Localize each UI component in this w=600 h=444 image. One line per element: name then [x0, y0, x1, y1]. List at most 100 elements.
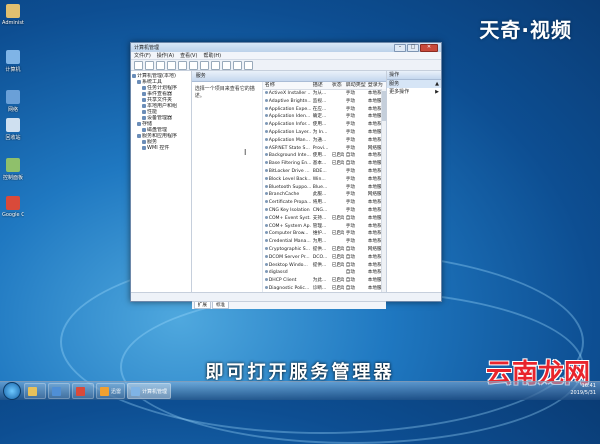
table-row[interactable]: DCOM Server Pr... DCO... 已启动 自动 本地系统: [263, 254, 386, 262]
column-status[interactable]: 状态: [330, 82, 344, 89]
service-name: Credential Mana...: [263, 238, 311, 246]
export-list-icon[interactable]: [189, 60, 198, 70]
table-row[interactable]: Application Man... 为通... 手动 本地系统: [263, 137, 386, 145]
table-row[interactable]: Base Filtering En... 基本... 已启动 自动 本地服务: [263, 160, 386, 168]
table-row[interactable]: Block Level Back... Win... 手动 本地系统: [263, 176, 386, 184]
table-row[interactable]: BranchCache 此服... 手动 网络服务: [263, 191, 386, 199]
taskbar-item[interactable]: [72, 383, 94, 399]
taskbar-item[interactable]: [48, 383, 70, 399]
taskbar-item[interactable]: 计算机管理: [127, 383, 172, 399]
tree-node-icon: [142, 146, 146, 150]
taskbar-item[interactable]: [24, 383, 46, 399]
tree-node-icon: [142, 140, 146, 144]
menu-file[interactable]: 文件(F): [134, 52, 151, 59]
pause-service-icon[interactable]: [233, 60, 242, 70]
table-row[interactable]: ActiveX Installer ... 为从... 手动 本地系统: [263, 90, 386, 98]
service-name: Cryptographic S...: [263, 246, 311, 254]
services-scrollbar[interactable]: [381, 89, 387, 301]
desktop-icon[interactable]: 回收站: [2, 118, 24, 141]
service-description-cell: 此服...: [312, 192, 327, 198]
service-description-cell: Win...: [312, 176, 326, 182]
table-row[interactable]: COM+ System Ap... 管理... 手动 本地系统: [263, 223, 386, 231]
table-row[interactable]: COM+ Event Syst... 支持... 已启动 自动 本地服务: [263, 215, 386, 223]
table-row[interactable]: diglassd 自动 本地系统: [263, 269, 386, 277]
table-row[interactable]: ASP.NET State S... Provi... 手动 网络服务: [263, 145, 386, 153]
tree-item[interactable]: WMI 控件: [132, 145, 190, 151]
help-icon[interactable]: [200, 60, 209, 70]
table-row[interactable]: BitLocker Drive ... BDE... 手动 本地系统: [263, 168, 386, 176]
action-arrow-icon: ▶: [435, 89, 439, 95]
desktop-icon[interactable]: Google Chrome: [2, 196, 24, 218]
restart-service-icon[interactable]: [244, 60, 253, 70]
column-description[interactable]: 描述: [311, 82, 330, 89]
service-status: 已启动: [331, 215, 344, 221]
table-row[interactable]: Adaptive Brightn... 监视... 手动 本地服务: [263, 98, 386, 106]
service-name: BranchCache: [263, 191, 311, 199]
table-row[interactable]: Application Layer... 为 In... 手动 本地服务: [263, 129, 386, 137]
stop-service-icon[interactable]: [222, 60, 231, 70]
tree-node-icon: [142, 92, 146, 96]
services-panel-header: 服务: [191, 71, 387, 82]
refresh-icon[interactable]: [178, 60, 187, 70]
table-row[interactable]: Application Expe... 在应... 手动 本地系统: [263, 106, 386, 114]
table-row[interactable]: Application Infor... 使用... 手动 本地系统: [263, 121, 386, 129]
action-item[interactable]: 更多操作 ▶: [387, 88, 441, 96]
title-bar[interactable]: 计算机管理 – □ ✕: [131, 43, 441, 52]
start-button[interactable]: [3, 382, 21, 400]
service-name: CNG Key Isolation: [263, 207, 311, 215]
service-status: [330, 106, 344, 114]
text-cursor-icon: I: [244, 148, 247, 157]
network-icon: [6, 90, 20, 104]
column-name[interactable]: 名称: [263, 82, 311, 89]
service-status: [330, 207, 344, 215]
tree-node-icon: [142, 98, 146, 102]
desktop-icon[interactable]: 计算机: [2, 50, 24, 73]
column-log-on-as[interactable]: 登录为: [366, 82, 386, 89]
close-button[interactable]: ✕: [420, 43, 438, 52]
back-icon[interactable]: [134, 60, 143, 70]
service-description-cell: 提供...: [312, 246, 327, 252]
desktop-icon[interactable]: Administr...: [2, 4, 24, 26]
forward-icon[interactable]: [145, 60, 154, 70]
table-row[interactable]: Application Iden... 确定... 手动 本地服务: [263, 113, 386, 121]
tree-node-icon: [137, 134, 141, 138]
service-name: ActiveX Installer ...: [263, 90, 311, 98]
table-row[interactable]: Cryptographic S... 提供... 已启动 自动 网络服务: [263, 246, 386, 254]
table-row[interactable]: Bluetooth Suppo... Blue... 手动 本地服务: [263, 184, 386, 192]
column-startup-type[interactable]: 启动类型: [344, 82, 366, 89]
table-row[interactable]: Desktop Windo... 提供... 已启动 自动 本地系统: [263, 262, 386, 270]
tab-extended[interactable]: 扩展: [193, 301, 211, 309]
action-item[interactable]: 服务 ▲: [387, 80, 441, 88]
explorer-icon: [28, 386, 37, 396]
start-service-icon[interactable]: [211, 60, 220, 70]
table-row[interactable]: CNG Key Isolation CNG... 手动 本地系统: [263, 207, 386, 215]
service-startup-type: 手动: [345, 207, 355, 213]
desktop-icon-label: Google Chrome: [2, 212, 24, 218]
menu-help[interactable]: 帮助(H): [203, 52, 221, 59]
taskbar-item[interactable]: 迅雷: [96, 383, 126, 399]
table-row[interactable]: Certificate Propa... 将用... 手动 本地系统: [263, 199, 386, 207]
table-row[interactable]: Background Inte... 使用... 已启动 自动 本地系统: [263, 152, 386, 160]
desktop-icon[interactable]: 网络: [2, 90, 24, 113]
tab-standard[interactable]: 标准: [211, 301, 230, 309]
up-icon[interactable]: [156, 60, 165, 70]
system-tray-clock[interactable]: 16:41 2019/5/31: [570, 383, 596, 397]
show-hide-tree-icon[interactable]: [167, 60, 176, 70]
desktop-icon-label: 控制面板: [2, 175, 23, 181]
table-row[interactable]: Credential Mana... 为用... 手动 本地系统: [263, 238, 386, 246]
tree-node-icon: [142, 104, 146, 108]
table-row[interactable]: Computer Brow... 维护... 已启动 手动 本地系统: [263, 230, 386, 238]
service-startup-type: 手动: [345, 91, 355, 96]
service-description-cell: 管理...: [312, 223, 327, 229]
menu-view[interactable]: 查看(V): [180, 52, 197, 59]
menu-action[interactable]: 操作(A): [157, 52, 174, 59]
service-name: Application Iden...: [263, 113, 311, 121]
service-description-cell: Blue...: [312, 184, 328, 190]
service-description-cell: 维护...: [312, 231, 327, 237]
table-row[interactable]: DHCP Client 为此... 已启动 自动 本地服务: [263, 277, 386, 285]
scrollbar-thumb[interactable]: [382, 91, 387, 121]
maximize-button[interactable]: □: [407, 43, 419, 52]
service-description-cell: 为通...: [312, 137, 327, 143]
minimize-button[interactable]: –: [394, 43, 406, 52]
desktop-icon[interactable]: 控制面板: [2, 158, 24, 181]
